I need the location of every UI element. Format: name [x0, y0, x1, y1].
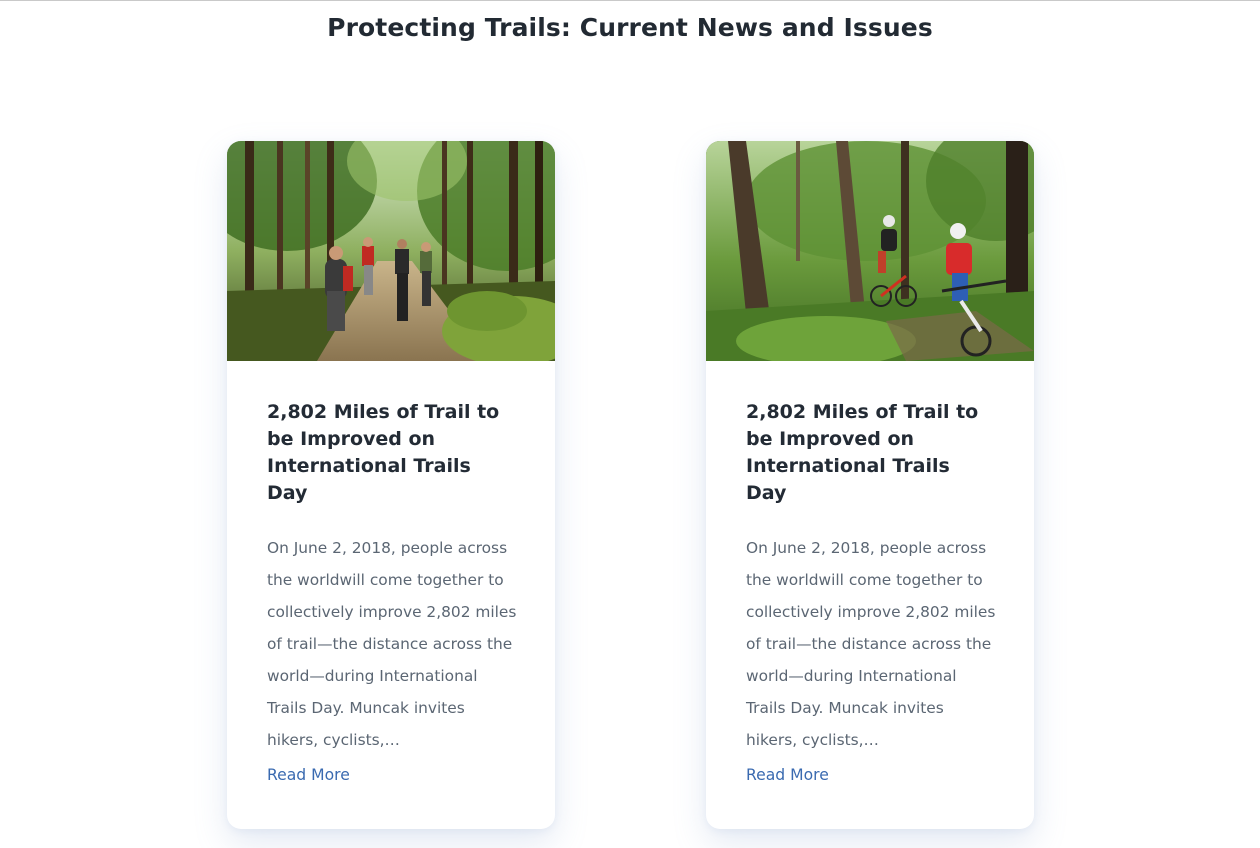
card-excerpt: On June 2, 2018, people across the world…: [267, 539, 517, 749]
card-title[interactable]: 2,802 Miles of Trail to be Improved on I…: [746, 399, 996, 507]
card-body: 2,802 Miles of Trail to be Improved on I…: [706, 361, 1034, 756]
section-title: Protecting Trails: Current News and Issu…: [327, 13, 933, 42]
card-excerpt: On June 2, 2018, people across the world…: [746, 539, 996, 749]
news-card: 2,802 Miles of Trail to be Improved on I…: [227, 141, 555, 829]
read-more-link[interactable]: Read More: [267, 766, 350, 784]
card-image-hikers[interactable]: [227, 141, 555, 361]
card-title[interactable]: 2,802 Miles of Trail to be Improved on I…: [267, 399, 517, 507]
news-card: 2,802 Miles of Trail to be Improved on I…: [706, 141, 1034, 829]
read-more-link[interactable]: Read More: [746, 766, 829, 784]
card-image-bikers[interactable]: [706, 141, 1034, 361]
card-body: 2,802 Miles of Trail to be Improved on I…: [227, 361, 555, 756]
page: Protecting Trails: Current News and Issu…: [0, 0, 1260, 848]
mountain-bikers-photo: [706, 141, 1034, 361]
hikers-forest-photo: [227, 141, 555, 361]
